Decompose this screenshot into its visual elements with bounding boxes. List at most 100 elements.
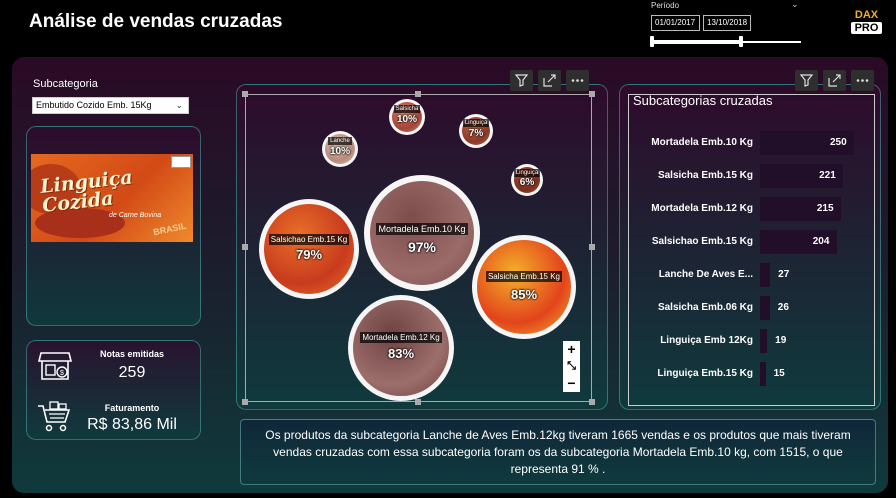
slider-handle-end[interactable]: [739, 36, 743, 47]
svg-text:$: $: [60, 370, 64, 377]
bubble-label-text: Salsicha: [393, 105, 421, 114]
bar-value: 27: [778, 269, 790, 280]
bubble-label: Linguiça: [459, 119, 493, 128]
zoom-in-button[interactable]: +: [563, 341, 580, 358]
date-end-input[interactable]: 13/10/2018: [703, 15, 751, 31]
more-options-button[interactable]: [566, 70, 589, 91]
focus-mode-button[interactable]: [538, 70, 561, 91]
bar-label: Mortadela Emb.10 Kg: [651, 137, 753, 148]
logo-line1: DAX: [854, 9, 879, 21]
filter-icon: [800, 74, 813, 87]
chevron-down-icon[interactable]: ⌄: [791, 0, 799, 10]
filter-icon-button[interactable]: [510, 70, 533, 91]
date-range-slider[interactable]: [651, 40, 801, 44]
bubble-1[interactable]: Salsichao Emb.15 Kg 79%: [259, 199, 359, 299]
inspection-stamp: [171, 156, 191, 168]
more-icon: [571, 79, 584, 82]
bubble-label: Salsicha Emb.15 Kg: [472, 271, 576, 283]
logo-line2: PRO: [851, 22, 882, 34]
resize-handle[interactable]: [589, 91, 595, 97]
bubble-label-text: Mortadela Emb.10 Kg: [376, 222, 468, 235]
kpi-faturamento-title: Faturamento: [104, 403, 160, 413]
bubble-percent: 83%: [387, 345, 415, 361]
focus-mode-button[interactable]: [823, 70, 846, 91]
bubble-label-text: Salsichao Emb.15 Kg: [268, 234, 350, 245]
slider-handle-start[interactable]: [650, 36, 654, 47]
bubble-percent: 10%: [396, 114, 417, 126]
bubble-percent: 6%: [519, 176, 535, 188]
bubble-label: Mortadela Emb.12 Kg: [348, 332, 454, 344]
bar-label: Salsicha Emb.06 Kg: [657, 302, 753, 313]
bar-value: 215: [816, 203, 834, 214]
bubble-label-text: Linguiça: [513, 168, 541, 177]
bar-value: 15: [773, 368, 785, 379]
bar-label: Lanche De Aves E...: [658, 269, 753, 280]
resize-handle[interactable]: [242, 91, 248, 97]
kpi-notas-value: 259: [118, 364, 146, 381]
filter-icon: [515, 74, 528, 87]
bubble-label: Linguiça: [511, 168, 543, 177]
shopping-cart-icon: [36, 400, 72, 439]
bar-label: Mortadela Emb.12 Kg: [651, 203, 753, 214]
resize-handle[interactable]: [415, 399, 421, 405]
product-subtitle: de Carne Bovina: [109, 212, 162, 219]
bar[interactable]: [760, 329, 768, 353]
bubble-5[interactable]: Lanche 10%: [322, 131, 358, 167]
bubble-label-text: Lanche: [328, 137, 352, 146]
bubble-2[interactable]: Salsicha Emb.15 Kg 85%: [472, 235, 576, 339]
bar-value: 250: [830, 137, 847, 148]
subcategory-dropdown[interactable]: Embutido Cozido Emb. 15Kg ⌄: [32, 97, 189, 114]
zoom-out-button[interactable]: −: [563, 375, 580, 392]
bubble-label: Salsichao Emb.15 Kg: [259, 234, 359, 245]
bubble-label: Lanche: [322, 137, 358, 146]
bar-chart-title: Subcategorias cruzadas: [633, 93, 773, 108]
bubble-percent: 97%: [407, 238, 437, 255]
bubble-6[interactable]: Linguiça 7%: [459, 114, 493, 148]
dax-pro-logo: DAX PRO: [851, 9, 882, 35]
bubble-percent: 85%: [510, 287, 538, 302]
bar-label: Salsicha Emb.15 Kg: [657, 170, 753, 181]
bar-value: 19: [775, 335, 787, 346]
bubble-label-text: Linguiça: [462, 119, 490, 128]
bar-value: 221: [819, 170, 836, 181]
bubble-7[interactable]: Linguiça 6%: [511, 164, 543, 196]
bubble-label-text: Salsicha Emb.15 Kg: [485, 271, 563, 283]
bubble-label-text: Mortadela Emb.12 Kg: [360, 332, 442, 344]
bar-value: 26: [777, 302, 789, 313]
resize-handle[interactable]: [589, 399, 595, 405]
date-start-input[interactable]: 01/01/2017: [651, 15, 700, 31]
bubble-4[interactable]: Salsicha 10%: [389, 99, 425, 135]
period-label: Período: [651, 1, 680, 10]
store-icon: $: [37, 350, 73, 387]
bubble-percent: 79%: [295, 247, 323, 262]
bubble-percent: 7%: [468, 127, 484, 139]
expand-icon: [543, 74, 556, 87]
bar[interactable]: [760, 263, 771, 287]
resize-handle[interactable]: [415, 91, 421, 97]
bar[interactable]: [760, 296, 770, 320]
bar-label: Salsichao Emb.15 Kg: [651, 236, 753, 247]
bar-label: Linguiça Emb.15 Kg: [657, 368, 753, 379]
page-title: Análise de vendas cruzadas: [29, 11, 283, 32]
bar-value: 204: [812, 236, 830, 247]
bar[interactable]: [760, 362, 766, 386]
resize-handle[interactable]: [589, 244, 595, 250]
expand-icon: [828, 74, 841, 87]
bubble-label: Mortadela Emb.10 Kg: [364, 222, 480, 235]
zoom-fit-button[interactable]: ⤡: [563, 358, 580, 375]
subcategory-label: Subcategoria: [33, 78, 98, 90]
kpi-faturamento-value: R$ 83,86 Mil: [87, 416, 177, 433]
bubble-percent: 10%: [329, 146, 350, 158]
kpi-notas-title: Notas emitidas: [99, 349, 165, 359]
bubble-0[interactable]: Mortadela Emb.10 Kg 97%: [364, 175, 480, 291]
filter-icon-button[interactable]: [795, 70, 818, 91]
resize-handle[interactable]: [242, 244, 248, 250]
bubble-label: Salsicha: [389, 105, 425, 114]
bubble-3[interactable]: Mortadela Emb.12 Kg 83%: [348, 295, 454, 401]
more-options-button[interactable]: [851, 70, 874, 91]
resize-handle[interactable]: [242, 399, 248, 405]
bar-label: Linguiça Emb 12Kg: [660, 335, 753, 346]
product-image: Linguiça Cozida de Carne Bovina BRASIL: [31, 154, 193, 242]
summary-text: Os produtos da subcategoria Lanche de Av…: [240, 419, 876, 485]
product-origin: BRASIL: [152, 220, 188, 238]
